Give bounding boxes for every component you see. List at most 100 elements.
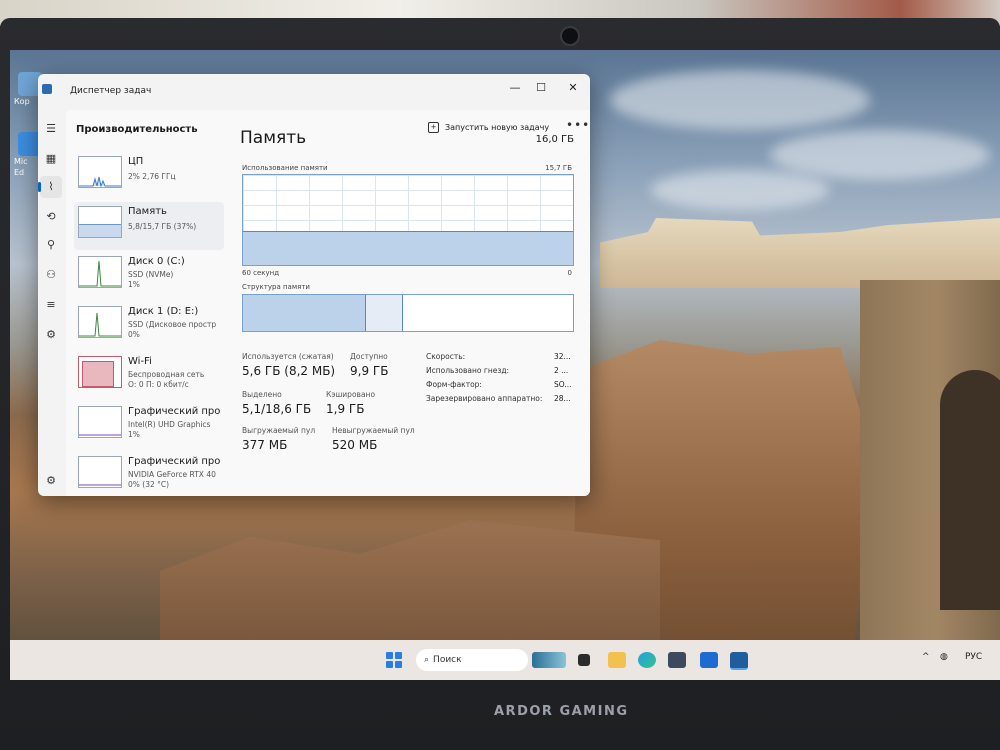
perf-item-name: Графический про xyxy=(128,406,221,417)
perf-item-usage: 1% xyxy=(128,280,140,289)
performance-panel: Производительность + Запустить новую зад… xyxy=(66,110,590,496)
perf-item-name: Wi-Fi xyxy=(128,356,152,367)
in-use-label: Используется (сжатая) xyxy=(242,352,334,361)
performance-icon[interactable]: ⌇ xyxy=(38,176,62,198)
start-button[interactable] xyxy=(386,652,402,668)
memory-structure-bar xyxy=(242,294,574,332)
memory-structure-label: Структура памяти xyxy=(242,283,310,291)
perf-item-detail: SSD (NVMe) xyxy=(128,270,174,279)
search-icon: ⌕ xyxy=(424,655,430,665)
in-use-value: 5,6 ГБ (8,2 МБ) xyxy=(242,364,336,378)
perf-item-detail: SSD (Дисковое простр xyxy=(128,320,217,329)
outlook-icon[interactable] xyxy=(700,652,718,668)
search-placeholder: Поиск xyxy=(433,655,462,665)
title-bar[interactable]: Диспетчер задач — ☐ ✕ xyxy=(38,74,590,106)
available-value: 9,9 ГБ xyxy=(350,364,389,378)
cloud xyxy=(610,70,870,130)
form-factor-value: SO... xyxy=(554,380,572,389)
details-icon[interactable]: ≡ xyxy=(40,294,62,316)
slots-used-value: 2 ... xyxy=(554,366,569,375)
window-title: Диспетчер задач xyxy=(70,86,152,96)
hardware-reserved-value: 28... xyxy=(554,394,571,403)
perf-item-cpu[interactable]: ЦП 2% 2,76 ГГц xyxy=(74,152,224,200)
perf-item-usage: О: 0 П: 0 кбит/с xyxy=(128,380,189,389)
gpu0-thumbnail-graph xyxy=(78,406,122,438)
webcam xyxy=(560,26,580,46)
perf-item-detail: 2% 2,76 ГГц xyxy=(128,172,176,181)
perf-item-detail: Беспроводная сеть xyxy=(128,370,205,379)
services-icon[interactable]: ⚙ xyxy=(40,324,62,346)
task-view-icon[interactable] xyxy=(578,654,590,666)
desktop-icon-label: Кор xyxy=(14,97,30,106)
memory-thumbnail-graph xyxy=(78,206,122,238)
disk0-thumbnail-graph xyxy=(78,256,122,288)
edge-icon[interactable] xyxy=(638,652,656,668)
gpu1-thumbnail-graph xyxy=(78,456,122,488)
memory-detail: Память 16,0 ГБ Использование памяти 15,7… xyxy=(238,110,590,496)
processes-icon[interactable]: ▦ xyxy=(40,148,62,170)
perf-item-name: Память xyxy=(128,206,167,217)
hamburger-menu-icon[interactable]: ☰ xyxy=(40,118,62,140)
paged-pool-value: 377 МБ xyxy=(242,438,288,452)
memory-structure-modified xyxy=(366,295,404,331)
paged-pool-label: Выгружаемый пул xyxy=(242,426,316,435)
cached-label: Кэшировано xyxy=(326,390,376,399)
taskbar-search[interactable]: ⌕ Поиск xyxy=(416,649,528,671)
page-title: Производительность xyxy=(76,124,198,135)
hardware-reserved-label: Зарезервировано аппаратно: xyxy=(426,394,543,403)
perf-item-wifi[interactable]: Wi-Fi Беспроводная сеть О: 0 П: 0 кбит/с xyxy=(74,352,224,400)
memory-total: 16,0 ГБ xyxy=(535,134,574,145)
perf-item-detail: 5,8/15,7 ГБ (37%) xyxy=(128,222,197,231)
speed-label: Скорость: xyxy=(426,352,466,361)
task-manager-window: Диспетчер задач — ☐ ✕ ☰ ▦ ⌇ ⟲ ⚲ ⚇ ≡ ⚙ ⚙ … xyxy=(38,74,590,496)
taskbar: ⌕ Поиск ^ ◍ РУС xyxy=(10,640,1000,680)
app-history-icon[interactable]: ⟲ xyxy=(40,206,62,228)
memory-usage-max: 15,7 ГБ xyxy=(545,164,572,172)
available-label: Доступно xyxy=(350,352,388,361)
memory-structure-used xyxy=(243,295,367,331)
perf-item-name: Диск 0 (C:) xyxy=(128,256,185,267)
widget-icon[interactable] xyxy=(532,652,566,668)
perf-item-memory[interactable]: Память 5,8/15,7 ГБ (37%) xyxy=(74,202,224,250)
network-icon[interactable]: ◍ xyxy=(940,652,948,662)
graph-time-right: 0 xyxy=(567,269,572,277)
graph-time-left: 60 секунд xyxy=(242,269,280,277)
cpu-thumbnail-graph xyxy=(78,156,122,188)
desktop-icon-label: Ed xyxy=(14,168,25,177)
startup-apps-icon[interactable]: ⚲ xyxy=(40,234,62,256)
slots-used-label: Использовано гнезд: xyxy=(426,366,510,375)
perf-item-gpu0[interactable]: Графический про Intel(R) UHD Graphics 1% xyxy=(74,402,224,450)
perf-item-detail: NVIDIA GeForce RTX 40 xyxy=(128,470,216,479)
settings-icon[interactable]: ⚙ xyxy=(40,470,62,492)
memory-title: Память xyxy=(240,128,307,148)
cloud xyxy=(770,130,990,180)
perf-item-name: ЦП xyxy=(128,156,144,167)
perf-item-name: Графический про xyxy=(128,456,221,467)
cached-value: 1,9 ГБ xyxy=(326,402,365,416)
perf-item-disk0[interactable]: Диск 0 (C:) SSD (NVMe) 1% xyxy=(74,252,224,300)
wallpaper-town xyxy=(600,218,1000,288)
speed-value: 32... xyxy=(554,352,571,361)
committed-label: Выделено xyxy=(242,390,282,399)
disk1-thumbnail-graph xyxy=(78,306,122,338)
laptop-brand-logo: ARDOR GAMING xyxy=(494,704,629,719)
maximize-button[interactable]: ☐ xyxy=(526,78,556,98)
task-manager-taskbar-icon[interactable] xyxy=(730,652,748,670)
nonpaged-pool-label: Невыгружаемый пул xyxy=(332,426,415,435)
perf-item-gpu1[interactable]: Графический про NVIDIA GeForce RTX 40 0%… xyxy=(74,452,224,496)
tray-chevron[interactable]: ^ xyxy=(922,652,930,662)
perf-item-disk1[interactable]: Диск 1 (D: E:) SSD (Дисковое простр 0% xyxy=(74,302,224,350)
memory-usage-fill xyxy=(243,230,573,265)
desktop-icon-label: Mic xyxy=(14,157,28,166)
task-manager-app-icon xyxy=(42,84,52,94)
memory-usage-label: Использование памяти xyxy=(242,164,328,172)
store-icon[interactable] xyxy=(668,652,686,668)
close-button[interactable]: ✕ xyxy=(558,78,588,98)
language-indicator[interactable]: РУС xyxy=(965,652,982,662)
file-explorer-icon[interactable] xyxy=(608,652,626,668)
users-icon[interactable]: ⚇ xyxy=(40,264,62,286)
perf-item-name: Диск 1 (D: E:) xyxy=(128,306,199,317)
navigation-rail: ☰ ▦ ⌇ ⟲ ⚲ ⚇ ≡ ⚙ ⚙ xyxy=(38,110,64,496)
perf-item-detail: Intel(R) UHD Graphics xyxy=(128,420,211,429)
memory-usage-graph xyxy=(242,174,574,266)
